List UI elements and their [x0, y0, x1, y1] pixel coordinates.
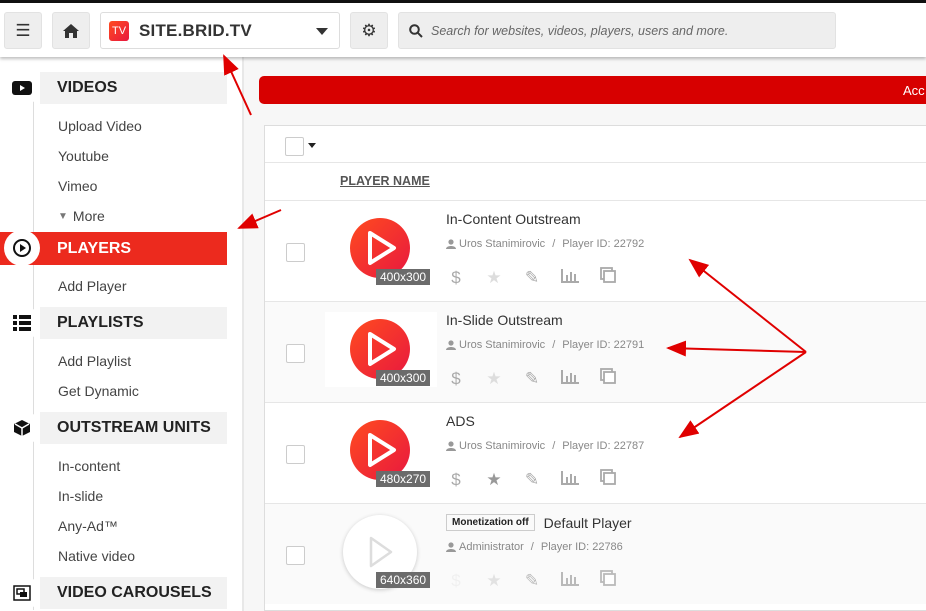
cube-icon: [4, 410, 40, 446]
player-owner: Uros Stanimirovic: [459, 339, 546, 351]
sidebar-item-any-ad[interactable]: Any-Ad™: [58, 518, 118, 534]
row-checkbox[interactable]: [286, 344, 305, 363]
sidebar-item-upload-video[interactable]: Upload Video: [58, 118, 142, 134]
user-icon: [446, 340, 456, 350]
copy-icon[interactable]: [598, 368, 618, 389]
player-name[interactable]: ADS: [446, 413, 475, 429]
player-size: 480x270: [376, 471, 431, 487]
alert-banner: Acc: [259, 76, 926, 104]
pencil-icon[interactable]: ✎: [522, 470, 542, 490]
top-bar: ☰ TV SITE.BRID.TV ⚙: [0, 3, 926, 57]
copy-icon[interactable]: [598, 570, 618, 591]
table-row[interactable]: 400x300 In-Content Outstream Uros Stanim…: [265, 200, 926, 301]
player-id: Player ID: 22792: [562, 238, 645, 250]
user-icon: [446, 441, 456, 451]
menu-button[interactable]: ☰: [4, 12, 42, 49]
column-header-player-name[interactable]: PLAYER NAME: [340, 174, 430, 188]
star-icon[interactable]: ★: [484, 268, 504, 288]
more-label: More: [72, 208, 105, 224]
sidebar-item-get-dynamic[interactable]: Get Dynamic: [58, 383, 139, 399]
player-owner: Uros Stanimirovic: [459, 238, 546, 250]
player-owner: Uros Stanimirovic: [459, 440, 546, 452]
table-row[interactable]: 400x300 In-Slide Outstream Uros Stanimir…: [265, 301, 926, 402]
pencil-icon[interactable]: ✎: [522, 268, 542, 288]
player-id: Player ID: 22786: [540, 541, 623, 553]
dollar-icon[interactable]: $: [446, 369, 466, 389]
row-checkbox[interactable]: [286, 445, 305, 464]
site-selector[interactable]: TV SITE.BRID.TV: [100, 12, 340, 49]
sidebar-item-in-content[interactable]: In-content: [58, 458, 120, 474]
player-name[interactable]: Default Player: [544, 515, 632, 531]
stats-icon[interactable]: [560, 369, 580, 389]
row-checkbox[interactable]: [286, 243, 305, 262]
player-size: 400x300: [376, 269, 431, 285]
pencil-icon[interactable]: ✎: [522, 369, 542, 389]
player-owner: Administrator: [459, 541, 524, 553]
player-name[interactable]: In-Slide Outstream: [446, 312, 563, 328]
sidebar-section-video-carousels[interactable]: VIDEO CAROUSELS: [40, 577, 227, 609]
chevron-down-icon: [316, 28, 328, 35]
copy-icon[interactable]: [598, 267, 618, 288]
list-icon: [4, 305, 40, 341]
youtube-icon: [4, 70, 40, 106]
search-input[interactable]: [431, 23, 821, 38]
row-checkbox[interactable]: [286, 546, 305, 565]
sidebar-item-more[interactable]: ▼ More: [58, 208, 105, 224]
site-name: SITE.BRID.TV: [139, 20, 252, 40]
search-bar: [398, 12, 836, 49]
pencil-icon[interactable]: ✎: [522, 571, 542, 591]
carousel-icon: [4, 575, 40, 611]
player-size: 640x360: [376, 572, 431, 588]
sidebar-section-videos[interactable]: VIDEOS: [40, 72, 227, 104]
user-icon: [446, 542, 456, 552]
stats-icon[interactable]: [560, 470, 580, 490]
star-icon[interactable]: ★: [484, 571, 504, 591]
settings-button[interactable]: ⚙: [350, 12, 388, 49]
hamburger-icon: ☰: [15, 20, 31, 40]
stats-icon[interactable]: [560, 268, 580, 288]
sidebar-item-add-playlist[interactable]: Add Playlist: [58, 353, 131, 369]
sidebar-divider: [33, 90, 34, 610]
monetization-badge: Monetization off: [446, 514, 535, 531]
sidebar-section-outstream-units[interactable]: OUTSTREAM UNITS: [40, 412, 227, 444]
player-name[interactable]: In-Content Outstream: [446, 211, 581, 227]
gear-icon: ⚙: [361, 20, 377, 40]
home-icon: [63, 23, 79, 38]
sidebar-item-vimeo[interactable]: Vimeo: [58, 178, 97, 194]
user-icon: [446, 239, 456, 249]
player-id: Player ID: 22791: [562, 339, 645, 351]
star-icon[interactable]: ★: [484, 470, 504, 490]
player-size: 400x300: [376, 370, 431, 386]
sidebar-item-add-player[interactable]: Add Player: [58, 278, 126, 294]
dollar-icon[interactable]: $: [446, 268, 466, 288]
star-icon[interactable]: ★: [484, 369, 504, 389]
table-row[interactable]: 480x270 ADS Uros Stanimirovic / Player ID:…: [265, 402, 926, 503]
sidebar-item-native-video[interactable]: Native video: [58, 548, 135, 564]
select-dropdown-icon[interactable]: [308, 143, 316, 148]
stats-icon[interactable]: [560, 571, 580, 591]
play-circle-icon: [4, 230, 40, 266]
player-id: Player ID: 22787: [562, 440, 645, 452]
sidebar-item-youtube[interactable]: Youtube: [58, 148, 109, 164]
dollar-icon[interactable]: $: [446, 470, 466, 490]
players-table: PLAYER NAME 400x300 In-Content Outstream…: [264, 125, 926, 611]
search-icon: [409, 23, 423, 38]
site-logo: TV: [109, 20, 129, 41]
select-all-checkbox[interactable]: [285, 137, 304, 156]
sidebar-section-playlists[interactable]: PLAYLISTS: [40, 307, 227, 339]
caret-down-icon: ▼: [58, 210, 68, 222]
copy-icon[interactable]: [598, 469, 618, 490]
dollar-icon[interactable]: $: [446, 571, 466, 591]
table-row[interactable]: 640x360 Monetization off Default Player A…: [265, 503, 926, 604]
home-button[interactable]: [52, 12, 90, 49]
sidebar-item-in-slide[interactable]: In-slide: [58, 488, 103, 504]
